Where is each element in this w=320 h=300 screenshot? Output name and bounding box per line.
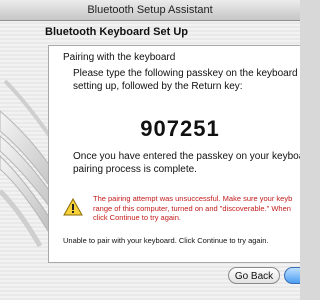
completion-text: Once you have entered the passkey on you… [73, 150, 300, 176]
passkey-display: 907251 [140, 116, 220, 141]
page-title: Bluetooth Keyboard Set Up [45, 26, 189, 38]
content-panel: Pairing with the keyboard Please type th… [48, 45, 300, 263]
error-line: The pairing attempt was unsuccessful. Ma… [93, 194, 293, 203]
completion-line: pairing process is complete. [73, 164, 197, 175]
instructions-text: Please type the following passkey on the… [73, 67, 300, 93]
instruction-line: setting up, followed by the Return key: [73, 81, 243, 92]
completion-line: Once you have entered the passkey on you… [73, 151, 300, 162]
section-title: Pairing with the keyboard [63, 52, 176, 63]
instruction-line: Please type the following passkey on the… [73, 68, 300, 79]
window-body: Bluetooth Keyboard Set Up Pairing with t… [0, 21, 300, 300]
warning-icon [63, 197, 83, 216]
go-back-button[interactable]: Go Back [228, 267, 280, 284]
window-title: Bluetooth Setup Assistant [0, 0, 300, 21]
error-line: range of this computer, turned on and "d… [93, 203, 291, 213]
continue-button[interactable]: C [284, 267, 300, 284]
error-text: The pairing attempt was unsuccessful. Ma… [93, 194, 300, 223]
window: Bluetooth Setup Assistant Bluetooth Keyb… [0, 0, 300, 300]
error-line: click Continue to try again. [93, 213, 181, 222]
status-text: Unable to pair with your keyboard. Click… [63, 236, 269, 245]
